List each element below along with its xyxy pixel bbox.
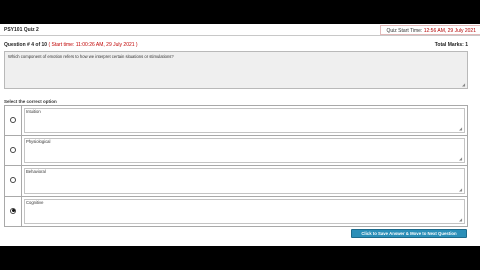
resize-handle-icon[interactable]: ◢ [459, 157, 463, 161]
resize-handle-icon[interactable]: ◢ [459, 187, 463, 192]
radio-cell[interactable] [5, 196, 22, 226]
option-text: Intuition [26, 109, 41, 114]
radio-option-2[interactable] [10, 146, 16, 153]
option-text: Cognitive [26, 199, 44, 205]
options-table: Intuition ◢ Physiological ◢ Behavioral ◢… [4, 105, 468, 227]
radio-option-1[interactable] [10, 117, 16, 123]
question-text: Which component of emotion refers to how… [8, 54, 174, 59]
quiz-start-time: Quiz Start Time: 12:56 AM, 29 July 2021 [379, 25, 480, 35]
resize-handle-icon[interactable]: ◢ [462, 83, 466, 87]
option-textarea[interactable]: Behavioral ◢ [24, 168, 465, 194]
select-option-label: Select the correct option [4, 99, 57, 104]
radio-cell[interactable] [5, 166, 22, 196]
quiz-start-time-value: 12:56 AM, 29 July 2021 [423, 28, 476, 34]
option-row[interactable]: Cognitive ◢ [4, 196, 468, 227]
radio-cell[interactable] [5, 135, 22, 165]
option-textarea[interactable]: Cognitive ◢ [24, 198, 465, 224]
question-textarea[interactable]: Which component of emotion refers to how… [4, 51, 468, 89]
total-marks: Total Marks: 1 [434, 42, 468, 48]
resize-handle-icon[interactable]: ◢ [459, 126, 463, 131]
quiz-title: PSY101 Quiz 2 [4, 27, 39, 33]
radio-cell[interactable] [5, 106, 22, 135]
radio-option-3[interactable] [10, 177, 16, 183]
option-text: Physiological [26, 138, 51, 144]
question-number: Question # 4 of 10 [4, 42, 48, 48]
option-textarea[interactable]: Intuition ◢ [24, 108, 465, 133]
option-row[interactable]: Intuition ◢ [4, 105, 468, 136]
question-header: Question # 4 of 10 ( Start time: 11:00:2… [4, 42, 468, 50]
resize-handle-icon[interactable]: ◢ [459, 218, 463, 222]
video-frame: PSY101 Quiz 2 Quiz Start Time: 12:56 AM,… [0, 0, 480, 270]
quiz-header-bar: PSY101 Quiz 2 Quiz Start Time: 12:56 AM,… [0, 24, 480, 36]
save-and-next-button[interactable]: Click to Save Answer & Move to Next Ques… [351, 229, 467, 238]
option-row[interactable]: Behavioral ◢ [4, 166, 468, 197]
quiz-page: PSY101 Quiz 2 Quiz Start Time: 12:56 AM,… [0, 24, 480, 246]
option-text: Behavioral [26, 169, 46, 174]
radio-option-4[interactable] [10, 207, 16, 214]
option-textarea[interactable]: Physiological ◢ [24, 137, 465, 163]
option-row[interactable]: Physiological ◢ [4, 135, 468, 166]
question-start-time: ( Start time: 11:00:26 AM, 29 July 2021 … [48, 42, 138, 48]
quiz-start-time-label: Quiz Start Time: [386, 28, 424, 34]
